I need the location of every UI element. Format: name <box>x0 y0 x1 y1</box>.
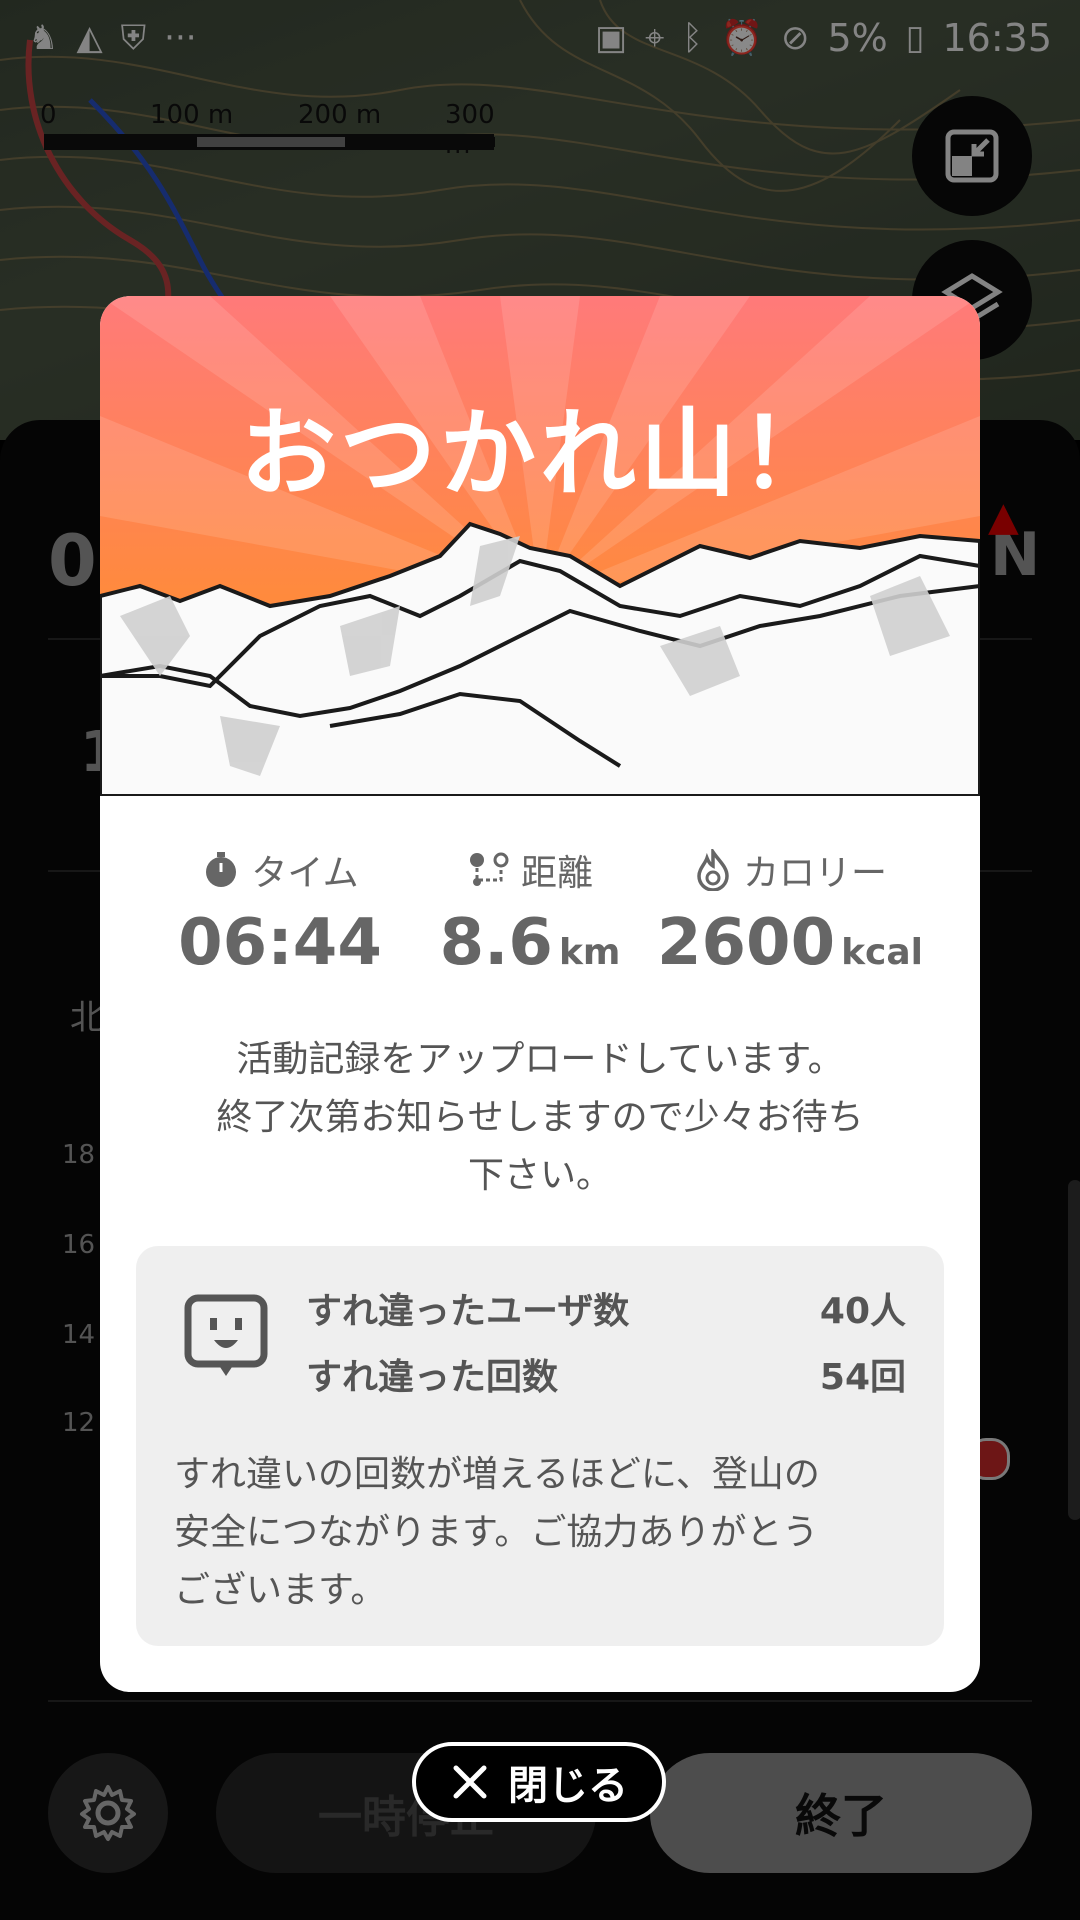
timer-icon <box>206 852 237 887</box>
passby-users-label: すれ違ったユーザ数 <box>306 1291 630 1332</box>
upload-message-line: 活動記録をアップロードしています。 <box>236 1039 844 1080</box>
upload-message: 活動記録をアップロードしています。 終了次第お知らせしますので少々お待ち 下さい… <box>140 1031 940 1205</box>
stat-distance-label: 距離 <box>520 853 593 894</box>
passby-users-row: すれ違ったユーザ数 40人 <box>306 1282 906 1334</box>
close-icon <box>453 1765 487 1799</box>
passby-users-value: 40人 <box>819 1291 906 1332</box>
passby-count-value: 54回 <box>819 1357 906 1398</box>
passby-note-line: ございます。 <box>174 1570 387 1611</box>
flame-icon <box>697 849 729 891</box>
passby-panel: すれ違ったユーザ数 40人 すれ違った回数 54回 すれ違いの回数が増えるほどに… <box>136 1246 944 1646</box>
completion-dialog: おつかれ山！ タイム 06:44 距離 8.6 km カロリー 2600 kca… <box>100 296 980 1692</box>
passby-face-icon <box>184 1294 268 1376</box>
stat-time-label: タイム <box>251 853 359 894</box>
passby-note-line: すれ違いの回数が増えるほどに、登山の <box>174 1454 820 1495</box>
stat-calories-value: 2600 <box>656 906 836 980</box>
stat-calories: カロリー 2600 kcal <box>640 844 940 980</box>
passby-count-label: すれ違った回数 <box>306 1357 559 1398</box>
route-icon <box>469 852 509 886</box>
close-button[interactable]: 閉じる <box>412 1742 666 1822</box>
mountain-illustration <box>100 296 980 796</box>
passby-note-line: 安全につながります。ご協力ありがとう <box>174 1512 819 1553</box>
dialog-header: おつかれ山！ <box>100 296 980 796</box>
stat-calories-unit: kcal <box>841 932 924 973</box>
upload-message-line: 下さい。 <box>467 1155 612 1196</box>
stat-distance: 距離 8.6 km <box>420 844 640 980</box>
stat-time-value: 06:44 <box>178 906 382 980</box>
activity-stats: タイム 06:44 距離 8.6 km カロリー 2600 kcal <box>100 844 980 994</box>
stat-time: タイム 06:44 <box>160 844 400 980</box>
close-label: 閉じる <box>508 1763 628 1809</box>
passby-count-row: すれ違った回数 54回 <box>306 1348 906 1400</box>
upload-message-line: 終了次第お知らせしますので少々お待ち <box>216 1097 864 1138</box>
stat-distance-unit: km <box>558 932 621 973</box>
stat-calories-label: カロリー <box>742 853 887 894</box>
passby-note: すれ違いの回数が増えるほどに、登山の 安全につながります。ご協力ありがとう ござ… <box>174 1446 904 1620</box>
dialog-title: おつかれ山！ <box>240 398 840 510</box>
stat-distance-value: 8.6 <box>439 906 553 980</box>
